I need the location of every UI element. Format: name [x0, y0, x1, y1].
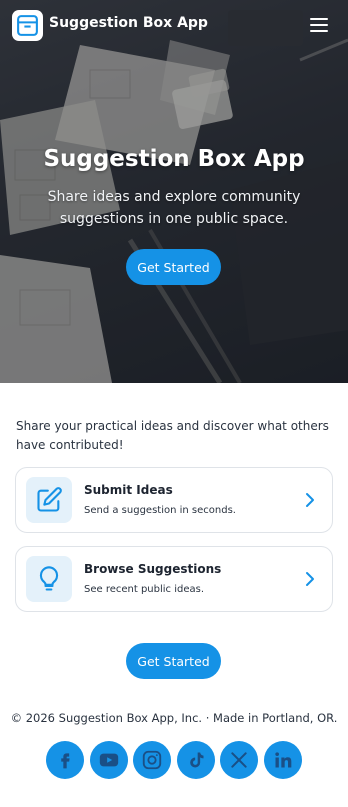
- footer-copyright: © 2026 Suggestion Box App, Inc. · Made i…: [10, 711, 338, 725]
- instagram-icon[interactable]: [133, 741, 171, 779]
- top-navigation-bar: Suggestion Box App: [0, 0, 348, 52]
- facebook-icon[interactable]: [46, 741, 84, 779]
- hamburger-menu-icon[interactable]: [306, 12, 332, 38]
- get-started-button[interactable]: Get Started: [126, 643, 221, 679]
- x-icon[interactable]: [220, 741, 258, 779]
- card-title: Browse Suggestions: [84, 562, 222, 576]
- hero-get-started-button[interactable]: Get Started: [126, 249, 221, 285]
- intro-text: Share your practical ideas and discover …: [16, 419, 329, 452]
- hero-section: Suggestion Box App Suggestion Box App Sh…: [0, 0, 348, 383]
- chevron-right-icon: [306, 493, 314, 507]
- box-icon[interactable]: [12, 10, 43, 41]
- hero-subtitle: Share ideas and explore community sugges…: [47, 189, 301, 227]
- linkedin-icon[interactable]: [264, 741, 302, 779]
- chevron-right-icon: [306, 572, 314, 586]
- card-description: See recent public ideas.: [84, 584, 205, 595]
- app-name[interactable]: Suggestion Box App: [49, 15, 208, 31]
- social-links: [46, 741, 302, 779]
- tiktok-icon[interactable]: [177, 741, 215, 779]
- submit-ideas-card[interactable]: Submit Ideas Send a suggestion in second…: [15, 467, 333, 533]
- youtube-icon[interactable]: [90, 741, 128, 779]
- hero-title: Suggestion Box App: [43, 146, 305, 172]
- browse-suggestions-card[interactable]: Browse Suggestions See recent public ide…: [15, 546, 333, 612]
- lightbulb-icon: [26, 556, 72, 602]
- card-title: Submit Ideas: [84, 483, 173, 497]
- card-description: Send a suggestion in seconds.: [84, 505, 236, 516]
- pencil-edit-icon: [26, 477, 72, 523]
